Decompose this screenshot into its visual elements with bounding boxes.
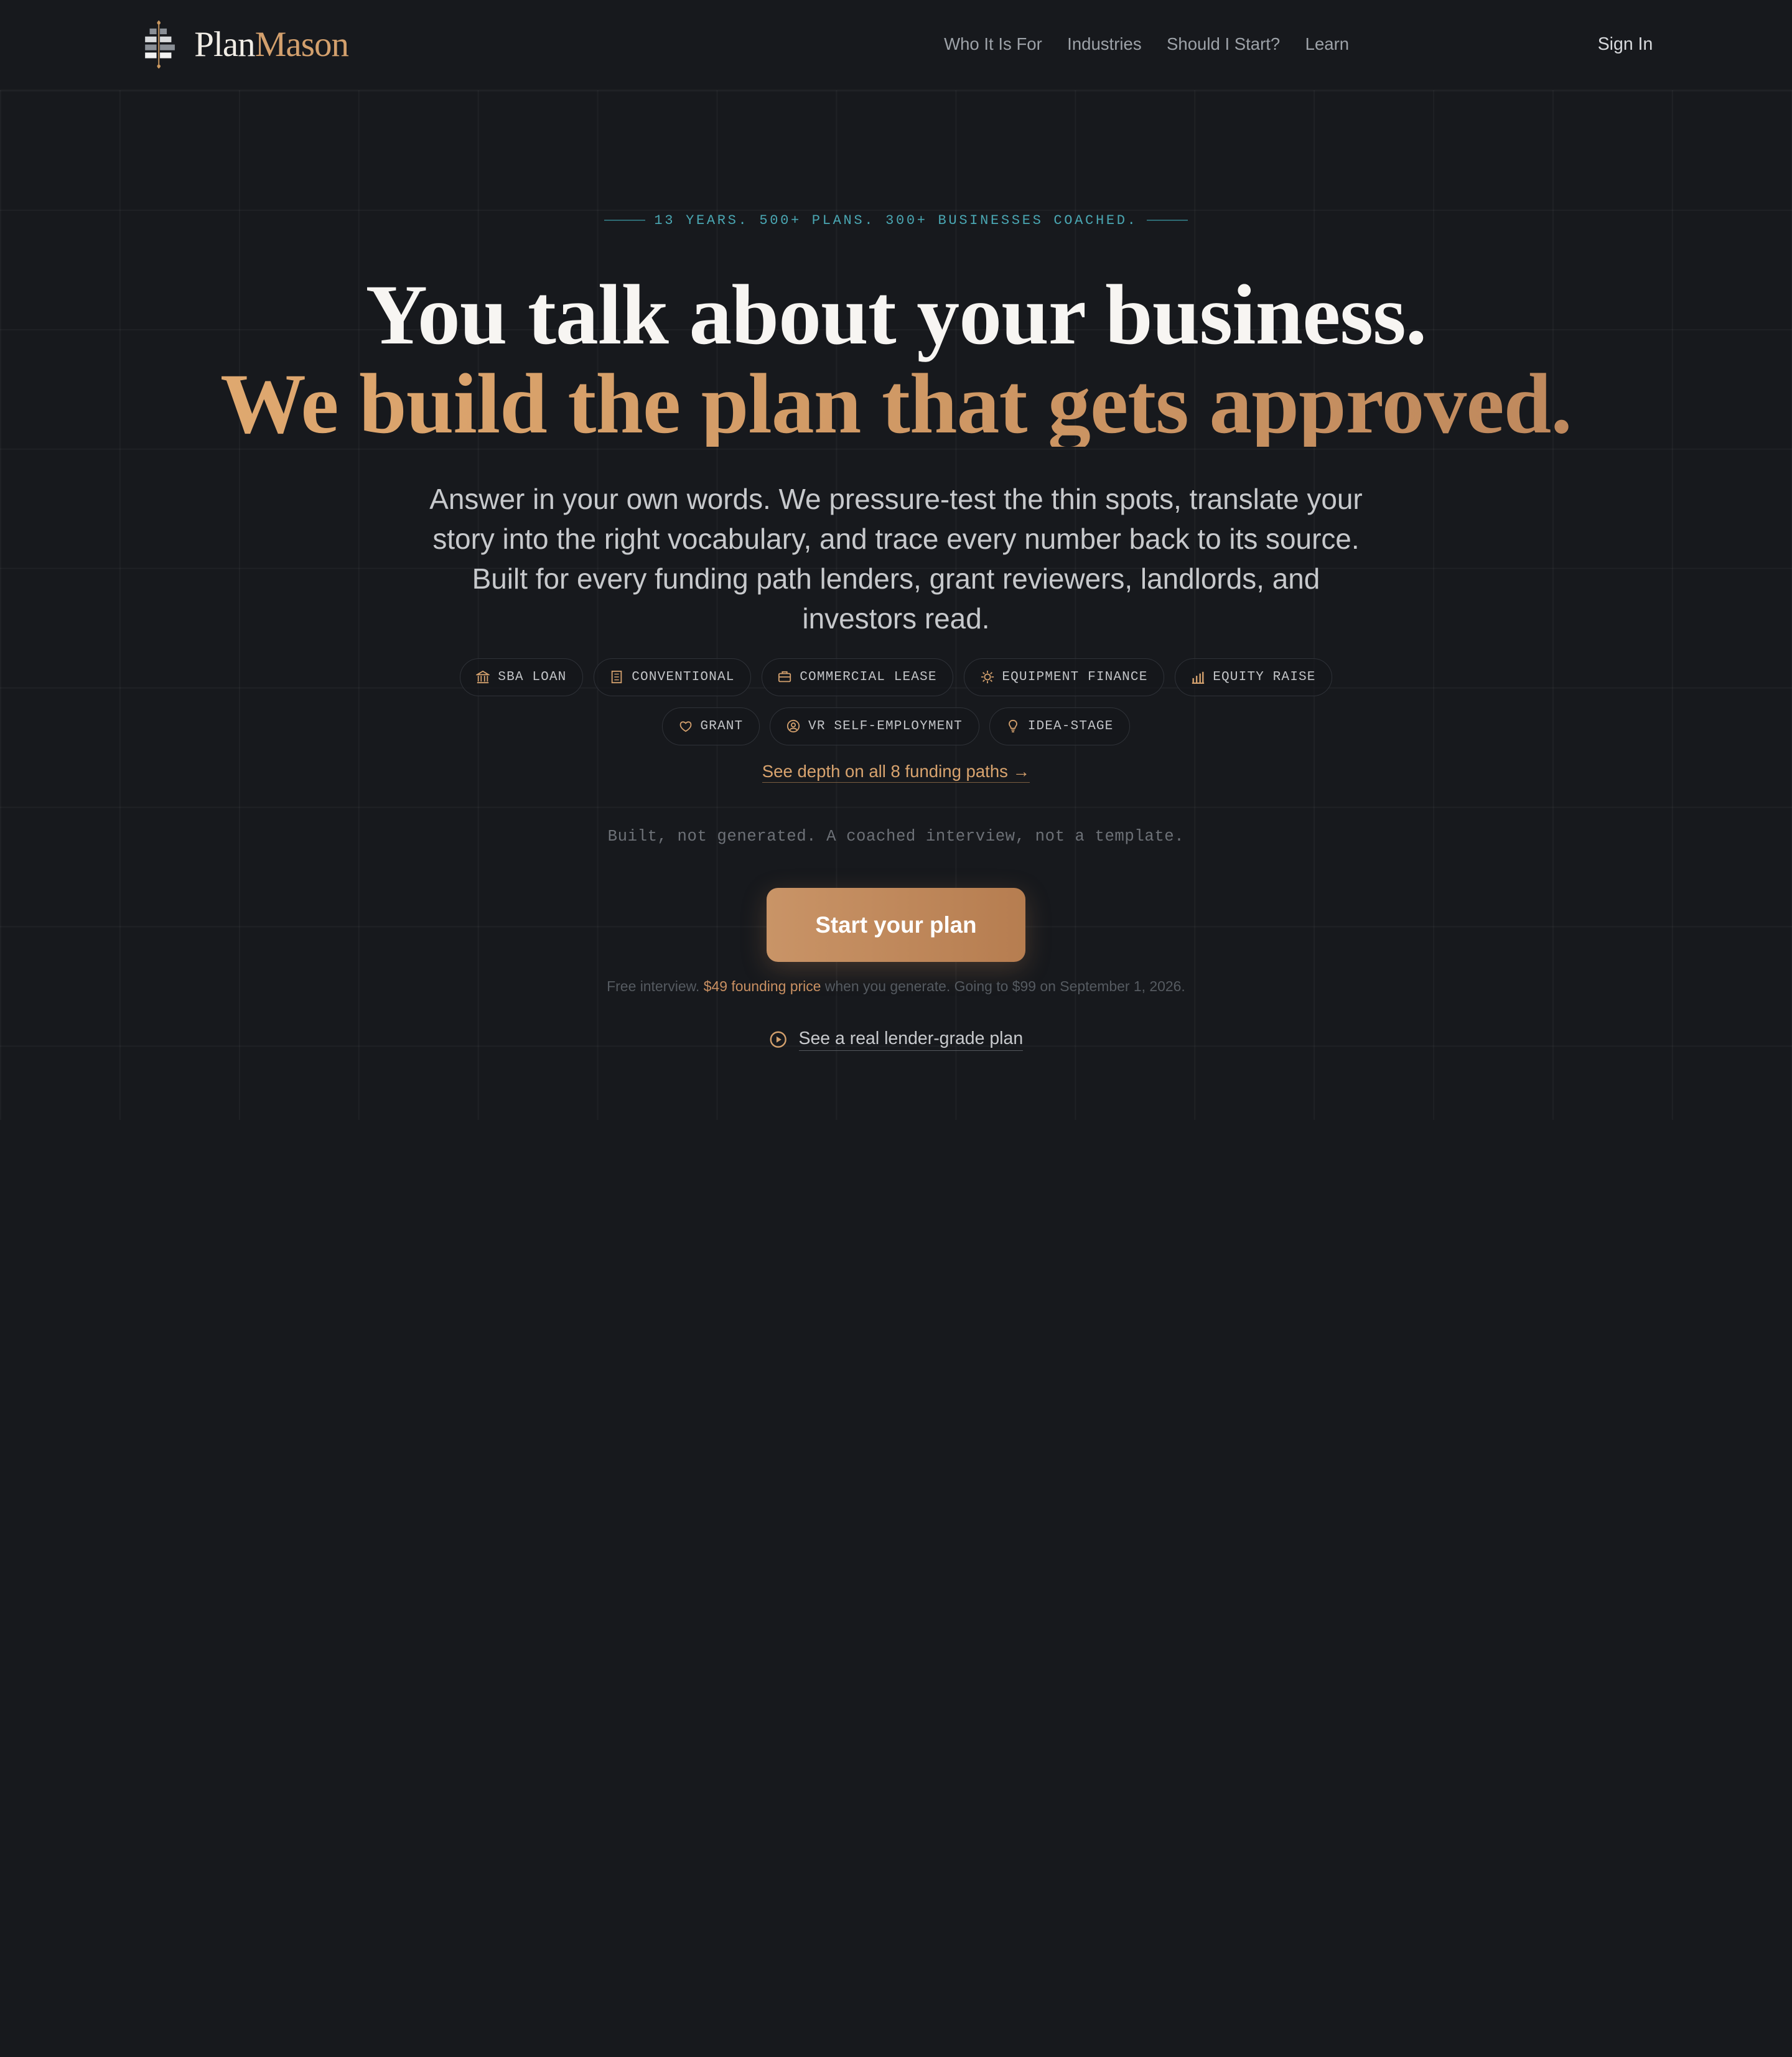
- user-circle-icon: [787, 720, 800, 733]
- play-circle-icon: [770, 1031, 786, 1048]
- nav-link-who-it-is-for[interactable]: Who It Is For: [944, 34, 1042, 54]
- chip-label: EQUIPMENT FINANCE: [1002, 669, 1148, 685]
- planmason-logo-icon: [145, 21, 175, 69]
- eyebrow-rule-right: [1147, 219, 1188, 221]
- chip-label: SBA LOAN: [498, 669, 567, 685]
- nav-link-industries[interactable]: Industries: [1067, 34, 1141, 54]
- storefront-icon: [778, 671, 791, 683]
- brand-wordmark: PlanMason: [194, 24, 349, 65]
- chip-label: COMMERCIAL LEASE: [800, 669, 937, 685]
- top-nav: PlanMason Who It Is For Industries Shoul…: [0, 0, 1792, 91]
- lightbulb-icon: [1008, 720, 1017, 733]
- chip-sba-loan[interactable]: SBA LOAN: [459, 658, 584, 696]
- chip-conventional[interactable]: CONVENTIONAL: [593, 658, 752, 696]
- funding-chips-row-2: GRANT VR SELF-EMPLOYMENT IDEA-STAGE: [0, 707, 1792, 745]
- chip-equipment-finance[interactable]: EQUIPMENT FINANCE: [963, 658, 1165, 696]
- building-icon: [612, 671, 622, 684]
- start-your-plan-button[interactable]: Start your plan: [767, 888, 1025, 963]
- page: PlanMason Who It Is For Industries Shoul…: [0, 0, 1792, 1120]
- bank-icon: [476, 670, 490, 684]
- chip-grant[interactable]: GRANT: [661, 707, 760, 745]
- chip-vr-self-employment[interactable]: VR SELF-EMPLOYMENT: [770, 707, 979, 745]
- nav-link-learn[interactable]: Learn: [1305, 34, 1349, 54]
- chip-idea-stage[interactable]: IDEA-STAGE: [989, 707, 1131, 745]
- gear-icon: [981, 671, 994, 684]
- founding-price: $49 founding price: [703, 978, 821, 995]
- chip-equity-raise[interactable]: EQUITY RAISE: [1174, 658, 1333, 696]
- brand-part-plan: Plan: [194, 25, 255, 65]
- eyebrow-text: 13 YEARS. 500+ PLANS. 300+ BUSINESSES CO…: [654, 212, 1138, 228]
- headline-line-1: You talk about your business.: [365, 267, 1427, 363]
- funding-paths-link[interactable]: See depth on all 8 funding paths →: [762, 762, 1030, 783]
- hero-lede: Answer in your own words. We pressure-te…: [429, 482, 1363, 635]
- price-post: when you generate. Going to $99 on Septe…: [821, 978, 1185, 995]
- pricing-note: Free interview. $49 founding price when …: [0, 978, 1792, 995]
- nav-link-should-i-start[interactable]: Should I Start?: [1167, 34, 1280, 54]
- eyebrow-rule-left: [604, 219, 645, 221]
- sample-plan-link[interactable]: See a real lender-grade plan: [0, 1028, 1792, 1051]
- hero-eyebrow: 13 YEARS. 500+ PLANS. 300+ BUSINESSES CO…: [0, 213, 1792, 228]
- chip-label: GRANT: [700, 719, 744, 734]
- chip-label: CONVENTIONAL: [632, 669, 735, 685]
- brand-logo-link[interactable]: PlanMason: [139, 21, 349, 69]
- depth-link-wrapper: See depth on all 8 funding paths →: [0, 761, 1792, 783]
- funding-chips-row-1: SBA LOAN CONVENTIONAL COMMERCIAL LEASE E…: [0, 658, 1792, 696]
- headline-line-2: We build the plan that gets approved.: [0, 361, 1792, 447]
- price-pre: Free interview.: [607, 978, 704, 995]
- bar-chart-icon: [1192, 671, 1205, 684]
- sample-plan-label: See a real lender-grade plan: [798, 1028, 1024, 1051]
- chip-commercial-lease[interactable]: COMMERCIAL LEASE: [761, 658, 954, 696]
- chip-label: VR SELF-EMPLOYMENT: [808, 719, 963, 734]
- nav-links: Who It Is For Industries Should I Start?…: [944, 34, 1374, 54]
- chip-label: EQUITY RAISE: [1213, 669, 1316, 685]
- chip-label: IDEA-STAGE: [1027, 719, 1114, 734]
- shield-heart-icon: [679, 721, 691, 732]
- tagline: Built, not generated. A coached intervie…: [607, 827, 1185, 846]
- sign-in-link[interactable]: Sign In: [1598, 34, 1653, 55]
- brand-part-mason: Mason: [254, 25, 349, 65]
